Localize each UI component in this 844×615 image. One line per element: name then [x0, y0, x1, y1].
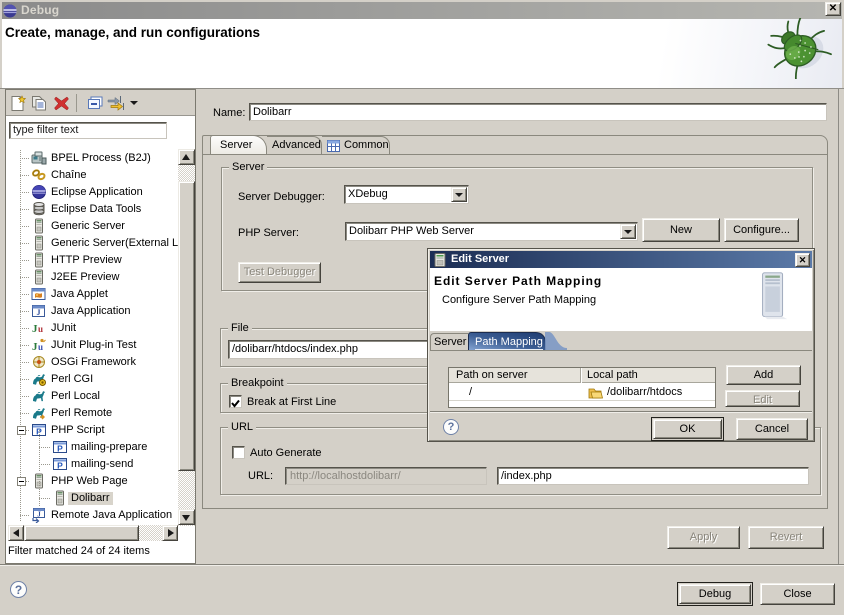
svg-text:P: P	[57, 444, 63, 454]
svg-text:u: u	[38, 342, 43, 352]
svg-text:J: J	[37, 511, 41, 519]
svg-text:u: u	[38, 324, 43, 334]
svg-text:J: J	[37, 308, 41, 317]
svg-text:P: P	[57, 461, 63, 471]
